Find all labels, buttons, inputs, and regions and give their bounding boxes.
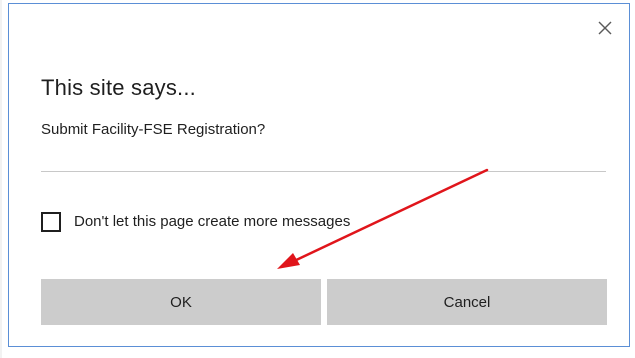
close-icon bbox=[598, 21, 612, 35]
suppress-messages-option[interactable]: Don't let this page create more messages bbox=[41, 210, 350, 234]
checkbox-label: Don't let this page create more messages bbox=[74, 213, 351, 230]
divider bbox=[41, 171, 606, 172]
screenshot-page: This site says... Submit Facility-FSE Re… bbox=[0, 0, 635, 358]
suppress-messages-checkbox[interactable] bbox=[41, 212, 61, 232]
alert-dialog: This site says... Submit Facility-FSE Re… bbox=[8, 3, 630, 347]
background-edge bbox=[0, 0, 2, 358]
cancel-button[interactable]: Cancel bbox=[327, 279, 607, 325]
dialog-title: This site says... bbox=[41, 75, 196, 100]
ok-button[interactable]: OK bbox=[41, 279, 321, 325]
close-button[interactable] bbox=[593, 16, 617, 40]
dialog-message: Submit Facility-FSE Registration? bbox=[41, 121, 266, 138]
